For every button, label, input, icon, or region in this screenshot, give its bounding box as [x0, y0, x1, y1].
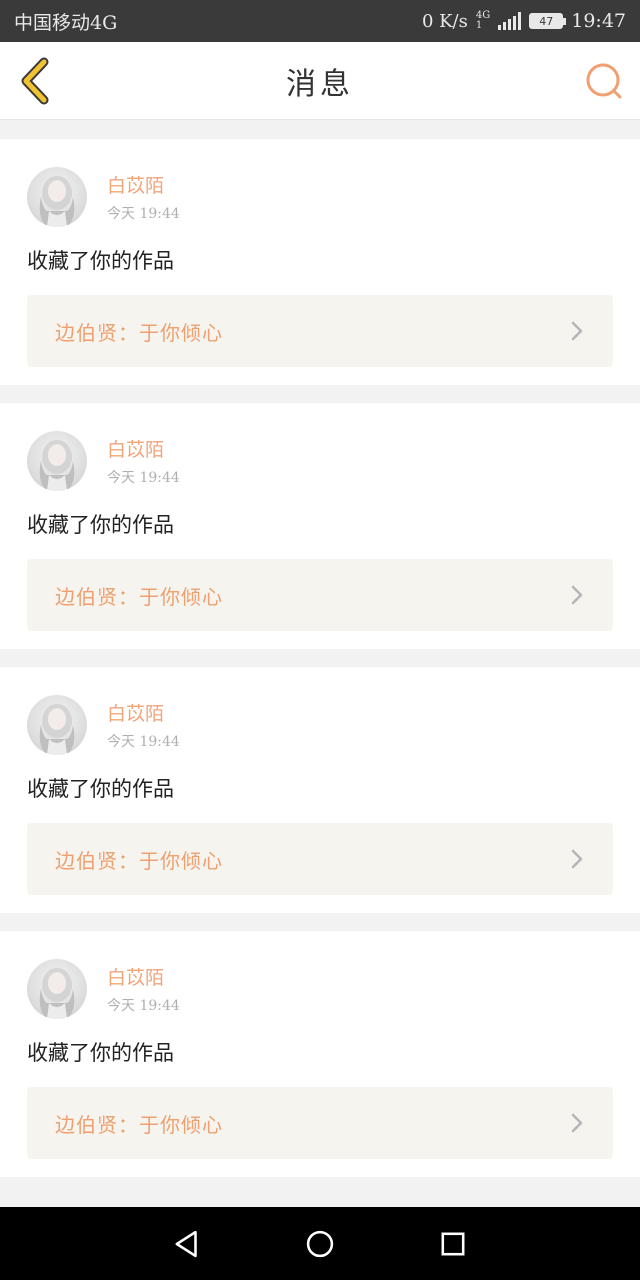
work-title: 边伯贤：于你倾心 — [55, 1112, 223, 1137]
work-link-button[interactable]: 边伯贤：于你倾心 — [27, 295, 613, 367]
status-indicators: 0 K/s 4G 1 47 19:47 — [422, 10, 626, 32]
username[interactable]: 白苡陌 — [107, 699, 164, 726]
username[interactable]: 白苡陌 — [107, 963, 164, 990]
avatar[interactable] — [27, 431, 87, 491]
back-button[interactable] — [14, 56, 64, 106]
work-link-button[interactable]: 边伯贤：于你倾心 — [27, 823, 613, 895]
status-bar: 中国移动4G 0 K/s 4G 1 47 19:47 — [0, 0, 640, 42]
square-recents-icon — [441, 1232, 465, 1255]
work-title: 边伯贤：于你倾心 — [55, 584, 223, 609]
work-link-button[interactable]: 边伯贤：于你倾心 — [27, 559, 613, 631]
message-list[interactable]: 白苡陌 今天 19:44 收藏了你的作品 边伯贤：于你倾心 白苡陌 今天 19:… — [0, 121, 640, 1207]
username[interactable]: 白苡陌 — [107, 171, 164, 198]
message-time: 今天 19:44 — [107, 470, 180, 486]
system-recents-button[interactable] — [433, 1224, 473, 1264]
circle-home-icon — [306, 1230, 334, 1257]
battery-level: 47 — [539, 14, 554, 28]
page-title: 消息 — [286, 66, 354, 102]
username[interactable]: 白苡陌 — [107, 435, 164, 462]
signal-icon — [498, 12, 522, 30]
chevron-right-icon — [571, 849, 583, 869]
message-text: 收藏了你的作品 — [27, 513, 174, 537]
work-link-button[interactable]: 边伯贤：于你倾心 — [27, 1087, 613, 1159]
chevron-left-icon — [21, 57, 49, 105]
app-header: 消息 — [0, 42, 640, 120]
avatar[interactable] — [27, 167, 87, 227]
chevron-right-icon — [571, 1113, 583, 1133]
message-time: 今天 19:44 — [107, 998, 180, 1014]
user-avatar-icon — [39, 968, 75, 1019]
user-avatar-icon — [39, 704, 75, 755]
user-avatar-icon — [39, 440, 75, 491]
chevron-right-icon — [571, 585, 583, 605]
chevron-right-icon — [571, 321, 583, 341]
user-avatar-icon — [39, 176, 75, 227]
message-card: 白苡陌 今天 19:44 收藏了你的作品 边伯贤：于你倾心 — [0, 667, 640, 913]
message-card: 白苡陌 今天 19:44 收藏了你的作品 边伯贤：于你倾心 — [0, 139, 640, 385]
system-back-button[interactable] — [167, 1224, 207, 1264]
message-time: 今天 19:44 — [107, 734, 180, 750]
message-time: 今天 19:44 — [107, 206, 180, 222]
search-button[interactable] — [582, 59, 626, 103]
avatar[interactable] — [27, 959, 87, 1019]
network-speed: 0 K/s — [421, 10, 468, 32]
battery-icon: 47 — [529, 13, 567, 29]
network-type-sub: 1 — [475, 20, 483, 31]
message-list-content: 白苡陌 今天 19:44 收藏了你的作品 边伯贤：于你倾心 白苡陌 今天 19:… — [0, 121, 640, 1195]
avatar[interactable] — [27, 695, 87, 755]
message-card: 白苡陌 今天 19:44 收藏了你的作品 边伯贤：于你倾心 — [0, 403, 640, 649]
carrier-name: 中国移动4G — [14, 11, 118, 34]
message-text: 收藏了你的作品 — [27, 777, 174, 801]
work-title: 边伯贤：于你倾心 — [55, 848, 223, 873]
message-card: 白苡陌 今天 19:44 收藏了你的作品 边伯贤：于你倾心 — [0, 931, 640, 1177]
search-icon — [586, 63, 622, 99]
triangle-back-icon — [175, 1230, 197, 1257]
message-text: 收藏了你的作品 — [27, 249, 174, 273]
work-title: 边伯贤：于你倾心 — [55, 320, 223, 345]
message-text: 收藏了你的作品 — [27, 1041, 174, 1065]
clock: 19:47 — [571, 10, 626, 32]
system-navigation-bar — [0, 1207, 640, 1280]
network-type: 4G 1 — [476, 11, 490, 31]
system-home-button[interactable] — [300, 1224, 340, 1264]
